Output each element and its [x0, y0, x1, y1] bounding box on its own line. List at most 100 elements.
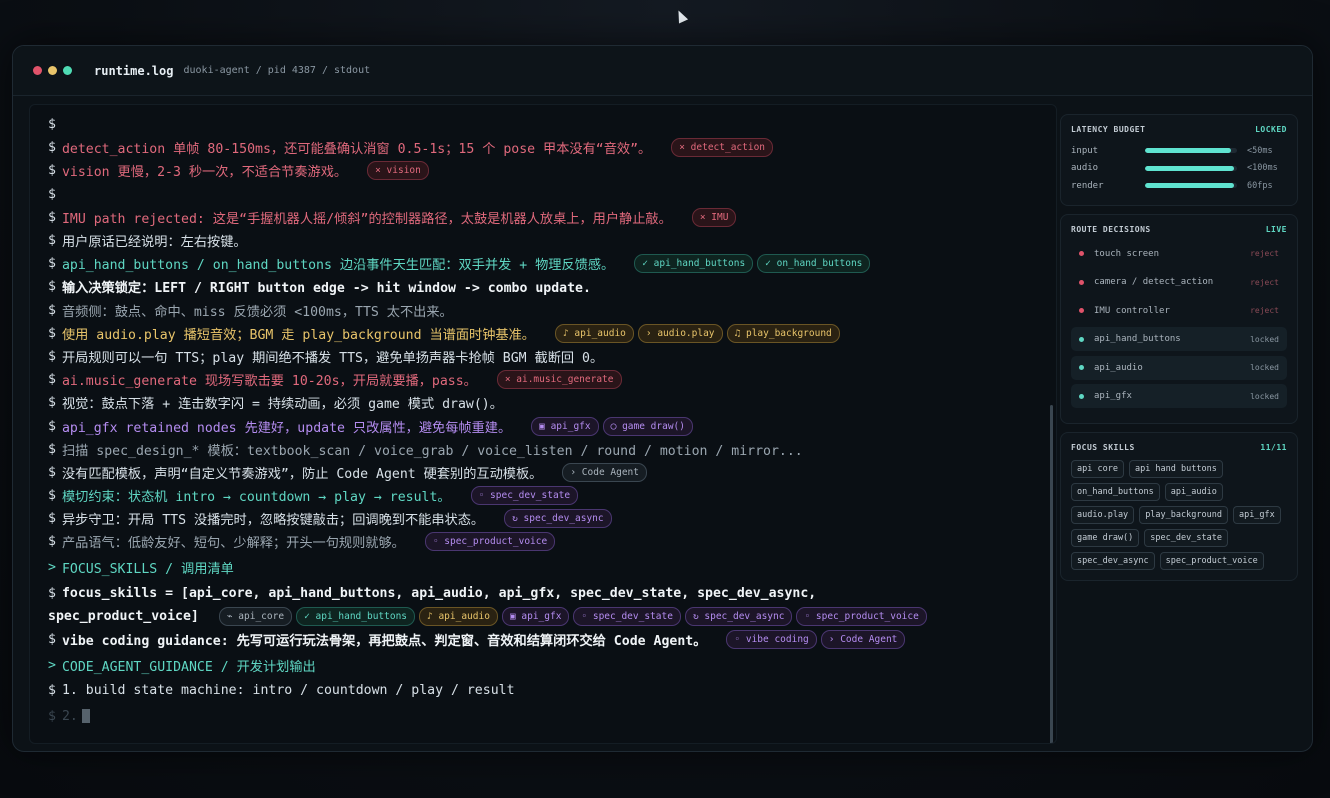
latency-bar-fill	[1145, 165, 1235, 171]
maximize-window-button[interactable]	[63, 66, 72, 75]
latency-row: input <50ms	[1071, 142, 1287, 160]
route-item[interactable]: touch screen reject	[1071, 242, 1287, 266]
status-dot-icon	[1079, 393, 1084, 399]
minimize-window-button[interactable]	[48, 66, 57, 75]
latency-panel: LATENCY BUDGET LOCKED input <50ms audio <10…	[1060, 114, 1298, 206]
window-subtitle: duoki-agent / pid 4387 / stdout	[183, 65, 371, 76]
route-item[interactable]: camera / detect_action reject	[1071, 270, 1287, 294]
routes-status: LIVE	[1265, 224, 1287, 234]
skill-tag[interactable]: ◦ spec_product_voice	[424, 532, 556, 552]
route-label: api_audio	[1094, 362, 1143, 373]
route-item[interactable]: api_audio locked	[1071, 355, 1287, 380]
status-dot-icon	[1079, 365, 1084, 370]
skill-tag[interactable]: ◦ vibe coding	[726, 630, 817, 650]
window-title: runtime.log	[94, 63, 174, 78]
focus-skills-line: $ focus_skills = [api_core, api_hand_but…	[48, 585, 817, 601]
log-text: 音频侧：鼓点、命中、miss 反馈必须 <100ms，TTS 太不出来。	[61, 304, 453, 320]
route-item[interactable]: api_gfx locked	[1071, 384, 1287, 408]
skill-tag[interactable]: ✓ api_hand_buttons	[634, 254, 754, 274]
route-label: camera / detect_action	[1094, 277, 1214, 287]
log-line: $ 视觉：鼓点下落 + 连击数字闪 = 持续动画，必须 game 模式 draw(…	[48, 391, 1056, 414]
status-dot-icon	[1079, 308, 1084, 313]
skill-tag[interactable]: ▣ api_gfx	[531, 416, 599, 436]
skill-chip[interactable]: spec_dev_state	[1144, 528, 1228, 547]
terminal-output[interactable]: $ $ detect_action 单帧 80-150ms，还可能叠确认消窗 0.5…	[29, 104, 1057, 744]
skill-tag[interactable]: ◦ spec_dev_state	[470, 486, 579, 506]
log-text: detect_action 单帧 80-150ms，还可能叠确认消窗 0.5-1…	[61, 142, 652, 158]
log-text: 输入决策锁定：LEFT / RIGHT button edge -> hit w…	[61, 281, 591, 297]
skill-tag[interactable]: ◦ spec_dev_state	[573, 606, 681, 626]
skill-tag[interactable]: › audio.play	[637, 323, 723, 343]
log-text: 异步守卫：开局 TTS 没播完时，忽略按键敲击；回调晚到不能串状态。	[61, 513, 485, 529]
latency-status: LOCKED	[1255, 125, 1287, 134]
log-line: $ 使用 audio.play 播短音效；BGM 走 play_backgroun…	[48, 322, 1056, 345]
skill-tag[interactable]: ♪ api_audio	[419, 606, 498, 626]
focus-skills-line-cont: spec_product_voice] ⌁ api_core ✓ api_hand…	[48, 605, 1056, 628]
log-text: IMU path rejected: 这是“手握机器人摇/倾斜”的控制器路径，太…	[61, 211, 672, 227]
log-window: runtime.log duoki-agent / pid 4387 / std…	[12, 45, 1313, 752]
terminal-scrollbar[interactable]	[1050, 405, 1053, 743]
log-line: $ api_hand_buttons / on_hand_buttons 边沿事件…	[48, 252, 1056, 275]
route-label: touch screen	[1094, 248, 1160, 259]
skill-chip[interactable]: api_gfx	[1232, 505, 1281, 524]
log-text: 模切约束：状态机 intro → countdown → play → resu…	[61, 490, 451, 506]
prompt-symbol: $	[48, 511, 56, 527]
latency-row: audio <100ms	[1071, 160, 1287, 178]
skill-chip[interactable]: play_background	[1139, 505, 1228, 524]
log-line: $ ai.music_generate 现场写歌击要 10-20s，开局就要播，p…	[48, 368, 1056, 391]
vibe-line: $ vibe coding guidance: 先写可运行玩法骨架，再把鼓点、判…	[48, 628, 1056, 651]
skill-tag[interactable]: × detect_action	[671, 138, 774, 158]
latency-value: 60fps	[1247, 180, 1273, 191]
skill-tag[interactable]: × ai.music_generate	[496, 370, 622, 390]
skill-tag[interactable]: ♪ api_audio	[554, 323, 634, 343]
log-text: 视觉：鼓点下落 + 连击数字闪 = 持续动画，必须 game 模式 draw()…	[61, 397, 503, 413]
latency-bar-fill	[1145, 183, 1235, 189]
routes-panel: ROUTE DECISIONS LIVE touch screen reject c…	[1060, 213, 1298, 424]
prompt-symbol: $	[48, 279, 56, 295]
route-item[interactable]: IMU controller reject	[1071, 299, 1287, 323]
skill-tag[interactable]: × IMU	[691, 207, 737, 227]
skill-chip[interactable]: api_audio	[1164, 482, 1223, 501]
log-text: 用户原话已经说明：左右按键。	[61, 235, 247, 251]
prompt-symbol: $	[48, 395, 56, 411]
log-text: 扫描 spec_design_* 模板：textbook_scan / voic…	[61, 443, 803, 459]
skill-tag[interactable]: ◯ game draw()	[602, 416, 693, 436]
skill-chip[interactable]: game draw()	[1071, 528, 1140, 547]
skill-chip[interactable]: audio.play	[1071, 505, 1135, 524]
skill-tag[interactable]: ⌁ api_core	[218, 606, 293, 626]
skill-tag[interactable]: › Code Agent	[820, 630, 906, 650]
skill-tag[interactable]: ✓ api_hand_buttons	[296, 606, 416, 626]
skill-chip[interactable]: spec_product_voice	[1159, 551, 1264, 570]
skill-tag[interactable]: ✓ on_hand_buttons	[757, 254, 871, 274]
status-dot-icon	[1079, 279, 1084, 285]
route-label: api_gfx	[1094, 391, 1132, 401]
route-rows: touch screen reject camera / detect_action…	[1071, 242, 1287, 408]
sidebar: LATENCY BUDGET LOCKED input <50ms audio <10…	[1060, 114, 1298, 589]
skill-tag[interactable]: ◦ spec_product_voice	[796, 606, 927, 626]
prompt-symbol: $	[48, 140, 56, 156]
skill-tag[interactable]: ↻ spec_dev_async	[684, 606, 793, 626]
window-titlebar: runtime.log duoki-agent / pid 4387 / std…	[13, 46, 1312, 96]
route-state: reject	[1250, 277, 1279, 287]
skill-chip[interactable]: on_hand_buttons	[1071, 482, 1160, 501]
focus-tags: ⌁ api_core ✓ api_hand_buttons ♪ api_audio ▣…	[199, 606, 927, 626]
skill-tag[interactable]: × vision	[367, 161, 429, 181]
route-state: reject	[1250, 249, 1279, 258]
skill-chip[interactable]: api core	[1071, 459, 1124, 478]
section-code-heading: > CODE_AGENT_GUIDANCE / 开发计划输出	[48, 657, 316, 675]
skill-chip[interactable]: api hand buttons	[1128, 459, 1223, 478]
prompt-symbol: $	[48, 302, 56, 318]
prompt-symbol: $	[48, 163, 56, 179]
route-item[interactable]: api_hand_buttons locked	[1071, 327, 1287, 351]
skill-tag[interactable]: › Code Agent	[562, 462, 647, 482]
log-line: $ 用户原话已经说明：左右按键。	[48, 229, 1056, 252]
latency-label: input	[1071, 145, 1099, 156]
skill-tag[interactable]: ♫ play_background	[726, 323, 840, 343]
prompt-symbol: $	[48, 325, 56, 341]
skill-tag[interactable]: ↻ spec_dev_async	[504, 509, 612, 529]
skill-tag[interactable]: ▣ api_gfx	[501, 606, 570, 626]
skill-chip[interactable]: spec_dev_async	[1071, 551, 1155, 570]
close-window-button[interactable]	[33, 66, 42, 75]
section-focus-heading: > FOCUS_SKILLS / 调用清单	[48, 560, 234, 578]
status-dot-icon	[1079, 251, 1084, 256]
